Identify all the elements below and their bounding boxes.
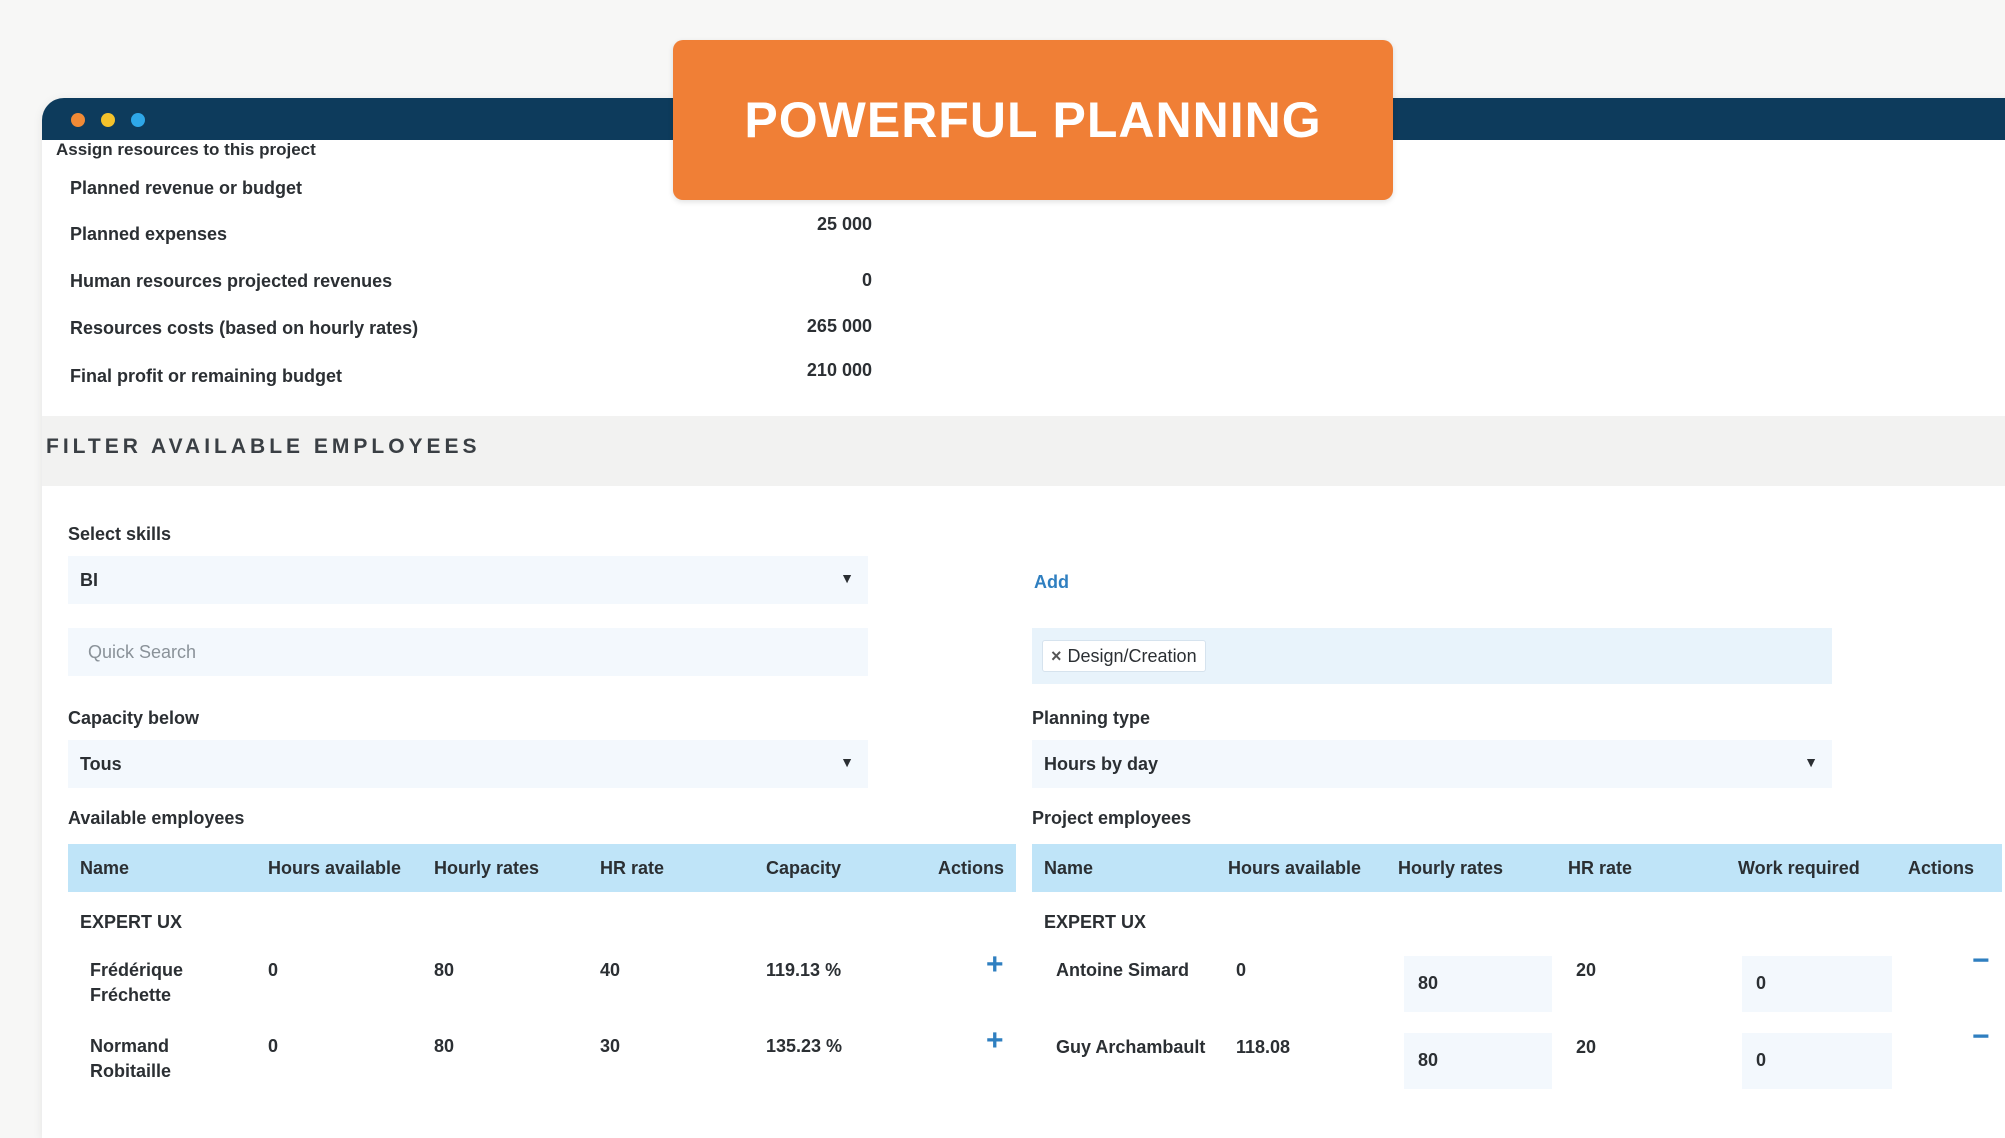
skill-tag[interactable]: × Design/Creation: [1042, 640, 1206, 672]
summary-value-planned-expenses: 25 000: [816, 214, 872, 234]
hr-rate-cell: 30: [600, 1036, 621, 1056]
capacity-cell: 119.13 %: [766, 960, 842, 980]
summary-label-resources-costs: Resources costs (based on hourly rates): [70, 318, 419, 338]
group-header: EXPERT UX: [80, 912, 183, 932]
capacity-below-label: Capacity below: [68, 708, 200, 728]
employee-name-first: Normand: [90, 1036, 170, 1056]
planning-type-select-value: Hours by day: [1044, 754, 1159, 774]
close-window-dot[interactable]: [71, 113, 85, 127]
col-hr-rate[interactable]: HR rate: [1568, 858, 1632, 879]
hourly-rate-input[interactable]: 80: [1404, 956, 1552, 1012]
project-table-header: Name Hours available Hourly rates HR rat…: [1032, 844, 2002, 892]
work-required-value: 0: [1756, 1050, 1767, 1070]
quick-search-input[interactable]: [68, 628, 868, 676]
summary-label-planned-revenue: Planned revenue or budget: [70, 178, 303, 198]
remove-tag-icon[interactable]: ×: [1051, 646, 1062, 666]
col-actions: Actions: [938, 858, 1005, 878]
add-employee-plus-icon[interactable]: +: [986, 948, 1004, 982]
employee-name-last: Fréchette: [90, 985, 172, 1005]
col-work-required[interactable]: Work required: [1738, 858, 1860, 879]
add-employee-plus-icon[interactable]: +: [986, 1024, 1004, 1058]
col-hours-available[interactable]: Hours available: [1228, 858, 1361, 879]
skills-select-value: BI: [80, 570, 98, 590]
chevron-down-icon: ▼: [840, 754, 854, 770]
select-skills-label: Select skills: [68, 524, 172, 544]
minimize-window-dot[interactable]: [101, 113, 115, 127]
planning-type-label: Planning type: [1032, 708, 1151, 728]
col-name[interactable]: Name: [80, 858, 129, 879]
hourly-rate-cell: 80: [434, 960, 455, 980]
hours-available-cell: 0: [268, 960, 279, 980]
col-name[interactable]: Name: [1044, 858, 1093, 879]
promo-banner: POWERFUL PLANNING: [673, 40, 1393, 200]
available-employees-label: Available employees: [68, 808, 245, 828]
group-header: EXPERT UX: [1044, 912, 1147, 932]
summary-value-resources-costs: 265 000: [806, 316, 872, 336]
summary-heading: Assign resources to this project: [56, 140, 316, 159]
capacity-select[interactable]: Tous ▼: [68, 740, 868, 788]
selected-skills-box[interactable]: × Design/Creation: [1032, 628, 1832, 684]
col-hr-rate[interactable]: HR rate: [600, 858, 664, 879]
hours-available-cell: 0: [1236, 960, 1247, 980]
summary-label-final-profit: Final profit or remaining budget: [70, 366, 342, 386]
maximize-window-dot[interactable]: [131, 113, 145, 127]
hourly-rate-value: 80: [1418, 973, 1439, 993]
chevron-down-icon: ▼: [1804, 754, 1818, 770]
col-hourly-rates[interactable]: Hourly rates: [434, 858, 539, 879]
work-required-input[interactable]: 0: [1742, 956, 1892, 1012]
planning-type-select[interactable]: Hours by day ▼: [1032, 740, 1832, 788]
col-hours-available[interactable]: Hours available: [268, 858, 401, 879]
col-capacity[interactable]: Capacity: [766, 858, 841, 879]
hourly-rate-cell: 80: [434, 1036, 455, 1056]
summary-label-planned-expenses: Planned expenses: [70, 224, 228, 244]
hr-rate-cell: 40: [600, 960, 621, 980]
hr-rate-cell: 20: [1576, 1037, 1597, 1057]
hours-available-cell: 0: [268, 1036, 279, 1056]
project-employee-name: Antoine Simard: [1056, 960, 1190, 980]
quick-search-field[interactable]: [68, 628, 868, 676]
app-window: Assign resources to this project Planned…: [42, 98, 2005, 1138]
available-table-header: Name Hours available Hourly rates HR rat…: [68, 844, 1016, 892]
add-skill-link[interactable]: Add: [1034, 572, 1069, 593]
employee-name-first: Frédérique: [90, 960, 184, 980]
col-actions: Actions: [1908, 858, 1975, 878]
summary-value-final-profit: 210 000: [806, 360, 872, 380]
remove-employee-minus-icon[interactable]: −: [1972, 944, 1990, 978]
skills-select[interactable]: BI ▼: [68, 556, 868, 604]
project-employee-name: Guy Archambault: [1056, 1037, 1206, 1057]
work-required-value: 0: [1756, 973, 1767, 993]
filter-section-title: FILTER AVAILABLE EMPLOYEES: [46, 435, 481, 458]
col-hourly-rates[interactable]: Hourly rates: [1398, 858, 1503, 879]
work-required-input[interactable]: 0: [1742, 1033, 1892, 1089]
summary-label-hr-revenues: Human resources projected revenues: [70, 271, 393, 291]
skill-tag-label: Design/Creation: [1067, 646, 1197, 666]
hourly-rate-input[interactable]: 80: [1404, 1033, 1552, 1089]
summary-value-hr-revenues: 0: [861, 270, 872, 290]
hourly-rate-value: 80: [1418, 1050, 1439, 1070]
capacity-select-value: Tous: [80, 754, 122, 774]
project-employees-label: Project employees: [1032, 808, 1192, 828]
hr-rate-cell: 20: [1576, 960, 1597, 980]
chevron-down-icon: ▼: [840, 570, 854, 586]
employee-name-last: Robitaille: [90, 1061, 172, 1081]
capacity-cell: 135.23 %: [766, 1036, 843, 1056]
hours-available-cell: 118.08: [1236, 1037, 1291, 1057]
remove-employee-minus-icon[interactable]: −: [1972, 1020, 1990, 1054]
